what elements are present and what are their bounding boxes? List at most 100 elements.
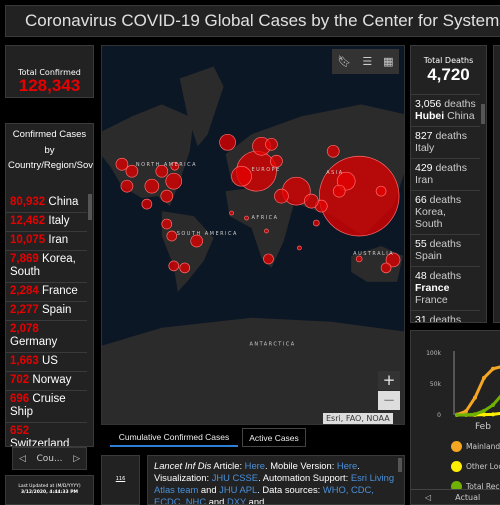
confirmed-list-title: Confirmed Cases by Country/Region/Sovere… xyxy=(8,129,94,171)
case-count: 652 xyxy=(10,425,30,437)
death-row[interactable]: 429 deaths Iran xyxy=(411,158,480,190)
data-point[interactable] xyxy=(491,412,495,417)
case-marker[interactable] xyxy=(312,219,320,227)
death-row[interactable]: 48 deaths France France xyxy=(411,266,480,310)
case-marker[interactable] xyxy=(141,198,153,210)
case-marker[interactable] xyxy=(375,185,387,197)
country-row[interactable]: 80,932 China xyxy=(6,194,87,213)
data-point[interactable] xyxy=(482,375,486,380)
map-canvas[interactable]: NORTH AMERICA SOUTH AMERICA EUROPE AFRIC… xyxy=(102,46,405,425)
data-point[interactable] xyxy=(491,402,495,407)
data-point[interactable] xyxy=(491,366,495,371)
death-row[interactable]: 827 deaths Italy xyxy=(411,126,480,158)
zoom-out-button[interactable]: − xyxy=(378,391,400,410)
tab-cumulative-confirmed[interactable]: Cumulative Confirmed Cases xyxy=(110,428,238,447)
legend-swatch xyxy=(451,461,462,472)
death-row[interactable]: 55 deaths Spain xyxy=(411,234,480,266)
data-point[interactable] xyxy=(455,412,459,417)
deaths-unit: deaths xyxy=(429,238,462,250)
tab-active-cases[interactable]: Active Cases xyxy=(242,428,306,447)
zoom-in-button[interactable]: + xyxy=(378,371,400,390)
label-antarctica: ANTARCTICA xyxy=(250,342,296,348)
tab-actual[interactable]: Actual xyxy=(455,493,480,502)
case-marker[interactable] xyxy=(219,133,236,151)
scrollbar[interactable] xyxy=(398,458,402,472)
antarctica xyxy=(102,317,404,424)
country-row[interactable]: 2,284 France xyxy=(6,283,87,302)
prev-tab-icon[interactable]: ◁ xyxy=(425,493,431,502)
country-row[interactable]: 12,462 Italy xyxy=(6,213,87,232)
case-marker[interactable] xyxy=(297,245,302,251)
data-point[interactable] xyxy=(473,395,477,400)
case-marker[interactable] xyxy=(274,188,289,204)
jhu-csse-link[interactable]: JHU CSSE xyxy=(212,472,258,483)
lancet-link[interactable]: Here xyxy=(245,460,265,471)
basemap-gallery-icon[interactable]: ▦ xyxy=(383,55,393,68)
death-row[interactable]: 66 deaths Korea, South xyxy=(411,190,480,234)
case-count: 80,932 xyxy=(10,196,46,208)
case-marker[interactable] xyxy=(120,179,134,193)
land-masses xyxy=(102,66,404,424)
case-marker[interactable] xyxy=(263,253,274,265)
case-count: 2,284 xyxy=(10,285,39,297)
country-row[interactable]: 696 Cruise Ship xyxy=(6,391,87,423)
country-row[interactable]: 2,277 Spain xyxy=(6,302,87,321)
data-point[interactable] xyxy=(482,408,486,413)
case-marker[interactable] xyxy=(303,193,319,209)
case-count: 696 xyxy=(10,393,30,405)
data-point[interactable] xyxy=(482,412,486,417)
country-row[interactable]: 2,078 Germany xyxy=(6,321,87,353)
data-point[interactable] xyxy=(464,409,468,414)
country-row[interactable]: 1,663 US xyxy=(6,353,87,372)
bookmark-icon[interactable]: 🔖︎ xyxy=(337,55,351,68)
label-south-america: SOUTH AMERICA xyxy=(177,231,238,237)
case-marker[interactable] xyxy=(168,260,180,272)
chart-tabs: ◁ Actual xyxy=(411,489,500,504)
prev-page-icon[interactable]: ◁ xyxy=(19,454,26,464)
country-row[interactable]: 702 Norway xyxy=(6,372,87,391)
case-marker[interactable] xyxy=(270,154,283,168)
map-attribution: Esri, FAO, NOAA xyxy=(323,413,393,424)
death-count: 55 xyxy=(415,238,427,250)
country-name: China xyxy=(48,196,79,208)
data-point[interactable] xyxy=(464,412,468,417)
case-marker[interactable] xyxy=(166,230,178,242)
country-row[interactable]: 7,869 Korea, South xyxy=(6,251,87,283)
list-icon[interactable]: ☰ xyxy=(362,55,372,68)
country-row[interactable]: 652 Switzerland xyxy=(6,423,87,446)
scrollbar[interactable] xyxy=(481,104,485,124)
case-marker[interactable] xyxy=(144,178,160,194)
case-marker[interactable] xyxy=(380,262,392,274)
country-name: Korea, South xyxy=(415,206,446,230)
case-marker[interactable] xyxy=(264,228,269,234)
page-title: Coronavirus COVID-19 Global Cases by the… xyxy=(25,11,500,30)
case-marker[interactable] xyxy=(160,189,174,203)
next-page-icon[interactable]: ▷ xyxy=(73,454,80,464)
case-marker[interactable] xyxy=(332,184,346,198)
death-row[interactable]: 3,056 deaths Hubei China xyxy=(411,94,480,126)
info-text-part: and xyxy=(206,496,227,505)
case-marker[interactable] xyxy=(244,215,249,221)
country-row[interactable]: 10,075 Iran xyxy=(6,232,87,251)
country-name: Norway xyxy=(32,374,72,386)
scrollbar[interactable] xyxy=(88,194,92,220)
mobile-link[interactable]: Here xyxy=(337,460,357,471)
world-map[interactable]: NORTH AMERICA SOUTH AMERICA EUROPE AFRIC… xyxy=(101,45,405,425)
pager-label[interactable]: Cou... xyxy=(36,454,62,464)
last-updated-value: 3/12/2020, 4:44:33 PM xyxy=(20,490,79,495)
dxy-link[interactable]: DXY xyxy=(227,496,246,504)
jhu-apl-link[interactable]: JHU APL xyxy=(219,484,257,495)
case-marker[interactable] xyxy=(326,144,340,158)
label-africa: AFRICA xyxy=(252,215,279,221)
case-marker[interactable] xyxy=(229,210,234,216)
total-confirmed-panel: Total Confirmed 128,343 xyxy=(5,45,94,98)
case-marker[interactable] xyxy=(161,218,173,230)
case-marker[interactable] xyxy=(165,172,183,190)
case-marker[interactable] xyxy=(318,155,400,237)
case-marker[interactable] xyxy=(179,262,191,274)
case-marker[interactable] xyxy=(115,157,129,171)
case-marker[interactable] xyxy=(265,137,278,151)
data-point[interactable] xyxy=(473,412,477,417)
case-marker[interactable] xyxy=(231,165,252,187)
death-row[interactable]: 31 deathsWashington xyxy=(411,310,480,322)
